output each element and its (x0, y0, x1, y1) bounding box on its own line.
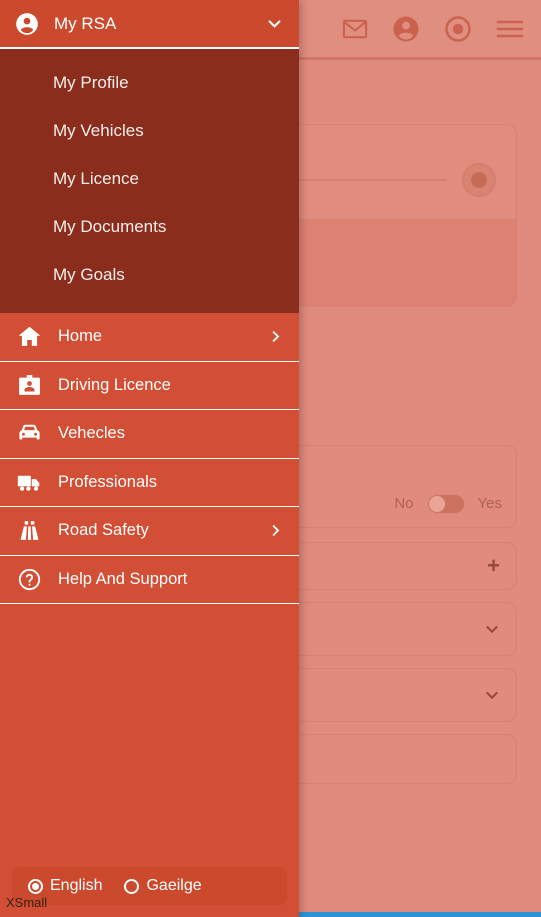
id-card-icon (14, 373, 44, 398)
toggle-no-label: No (394, 495, 414, 512)
chevron-right-icon (268, 329, 283, 344)
help-circle-icon (14, 567, 44, 592)
language-selector: English Gaeilge (12, 867, 287, 905)
menu-item-label: Professionals (58, 472, 158, 491)
truck-icon (14, 469, 44, 496)
menu-item-vehecles[interactable]: Vehecles (0, 410, 299, 459)
account-circle-icon[interactable] (391, 14, 421, 44)
menu-item-help-and-support[interactable]: Help And Support (0, 555, 299, 604)
radio-unselected-icon (124, 878, 140, 894)
hamburger-menu-icon[interactable] (495, 17, 525, 41)
submenu-item-my-goals[interactable]: My Goals (0, 251, 299, 299)
menu-item-label: Vehecles (58, 424, 125, 443)
language-label: Gaeilge (146, 877, 202, 894)
menu-item-road-safety[interactable]: Road Safety (0, 507, 299, 556)
target-icon[interactable] (443, 14, 473, 44)
submenu-item-label: My Goals (53, 265, 125, 284)
submenu-item-my-documents[interactable]: My Documents (0, 203, 299, 251)
mail-icon[interactable] (341, 15, 369, 43)
menu-item-label: Home (58, 327, 103, 346)
home-icon (14, 324, 44, 349)
account-menu-toggle[interactable]: My RSA (0, 0, 299, 49)
toggle-yes-label: Yes (477, 495, 502, 512)
account-label: My RSA (54, 13, 117, 33)
chevron-down-icon (486, 691, 498, 699)
road-icon (14, 518, 44, 543)
side-navigation-drawer: My RSA My Profile My Vehicles My Licence… (0, 0, 299, 917)
menu-item-driving-licence[interactable]: Driving Licence (0, 361, 299, 410)
app-root: Booking address is correct enure, Dublin… (0, 0, 541, 917)
language-label: English (50, 877, 103, 894)
breakpoint-debug-tag: XSmall (6, 895, 48, 910)
menu-item-label: Driving Licence (58, 375, 171, 394)
radio-selected-icon (28, 878, 43, 894)
main-menu: Home Driving Licence Vehecles Profession… (0, 313, 299, 604)
submenu-item-label: My Documents (53, 217, 167, 236)
submenu-item-my-vehicles[interactable]: My Vehicles (0, 107, 299, 155)
slider-knob[interactable] (462, 163, 496, 197)
language-option-gaeilge[interactable]: Gaeilge (124, 877, 202, 895)
menu-item-label: Road Safety (58, 521, 149, 540)
account-submenu: My Profile My Vehicles My Licence My Doc… (0, 49, 299, 313)
drawer-spacer (0, 604, 299, 867)
chevron-down-icon (486, 625, 498, 633)
menu-item-label: Help And Support (58, 569, 188, 588)
submenu-item-label: My Profile (53, 73, 129, 92)
menu-item-home[interactable]: Home (0, 313, 299, 362)
chevron-right-icon (268, 523, 283, 538)
car-icon (14, 420, 44, 447)
submenu-item-my-profile[interactable]: My Profile (0, 59, 299, 107)
account-circle-icon (14, 11, 40, 37)
language-option-english[interactable]: English (28, 877, 102, 895)
plus-icon: + (487, 552, 500, 578)
yes-no-toggle[interactable] (427, 494, 464, 513)
chevron-down-icon (266, 15, 283, 32)
submenu-item-label: My Licence (53, 169, 139, 188)
menu-item-professionals[interactable]: Professionals (0, 458, 299, 507)
submenu-item-label: My Vehicles (53, 121, 144, 140)
submenu-item-my-licence[interactable]: My Licence (0, 155, 299, 203)
